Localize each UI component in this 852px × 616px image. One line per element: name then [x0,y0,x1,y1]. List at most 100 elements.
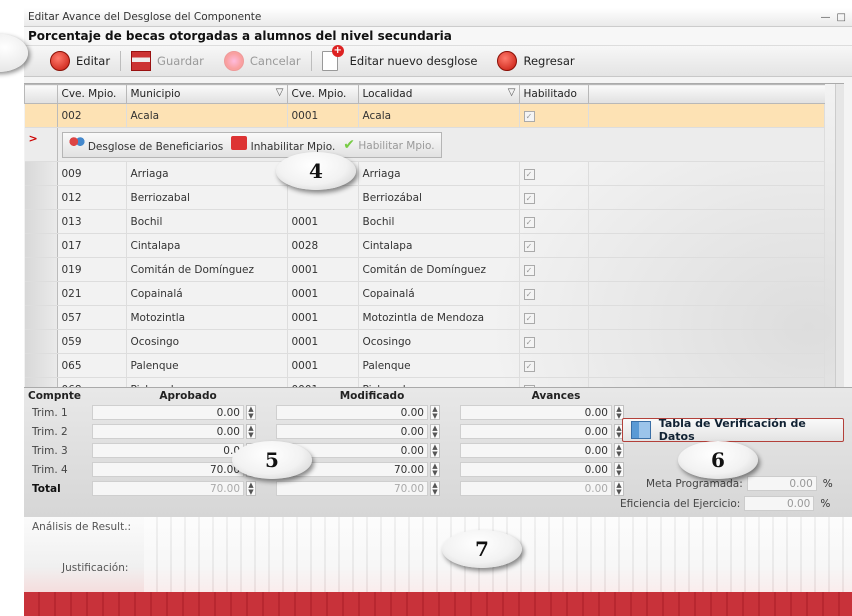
spin-button[interactable]: ▲▼ [430,443,440,458]
table-row[interactable]: 009 Arriaga Arriaga ✓ [24,161,825,186]
col-cve-mpio[interactable]: Cve. Mpio. [56,84,127,104]
tabla-verificacion-button[interactable]: Tabla de Verificación de Datos [622,417,844,443]
table-row[interactable]: 012 Berriozabal Berriozábal ✓ [24,185,825,210]
cell-habilitado[interactable]: ✓ [519,103,589,128]
cell-cve2: 0001 [287,281,359,306]
cell-habilitado[interactable]: ✓ [519,257,589,282]
summary-row-label: Trim. 2 [32,425,68,438]
col-filler [587,84,825,104]
row-indicator [24,305,58,330]
avances-input[interactable]: 0.00 [460,405,612,420]
cell-habilitado[interactable]: ✓ [519,185,589,210]
modificado-input[interactable]: 0.00 [276,424,428,439]
habilitado-checkbox[interactable]: ✓ [523,110,535,122]
aprobado-input[interactable]: 0.0 [92,443,244,458]
tabla-verificacion-label: Tabla de Verificación de Datos [658,417,806,443]
col-localidad[interactable]: Localidad ▽ [357,84,520,104]
spin-button[interactable]: ▲▼ [246,405,256,420]
table-row[interactable]: 021 Copainalá 0001 Copainalá ✓ [24,281,825,306]
editar-button[interactable]: Editar [24,49,120,73]
summary-row-label: Trim. 1 [32,406,68,419]
row-indicator [24,103,58,128]
table-row[interactable]: 057 Motozintla 0001 Motozintla de Mendoza ✓ [24,305,825,330]
cell-cve2: 0001 [287,305,359,330]
habilitado-checkbox[interactable]: ✓ [523,288,535,300]
filter-icon[interactable]: ▽ [508,87,516,98]
spin-button[interactable]: ▲▼ [246,424,256,439]
spin-button[interactable]: ▲▼ [614,481,624,496]
col-habilitado[interactable]: Habilitado [518,84,589,104]
regresar-button[interactable]: Regresar [487,49,584,73]
desglose-label: Desglose de Beneficiarios [87,141,224,153]
avances-input[interactable]: 0.00 [460,462,612,477]
habilitado-checkbox[interactable]: ✓ [523,192,535,204]
table-row[interactable]: 013 Bochil 0001 Bochil ✓ [24,209,825,234]
habilitado-checkbox[interactable]: ✓ [523,264,535,276]
habilitado-checkbox[interactable]: ✓ [523,216,535,228]
spin-button[interactable]: ▲▼ [614,443,624,458]
eficiencia-value[interactable]: 0.00 [744,496,815,511]
expand-arrow-icon[interactable]: > [29,132,38,145]
aprobado-input[interactable]: 70.00 [92,462,244,477]
cell-filler [588,161,825,186]
cell-localidad: Copainalá [358,281,520,306]
table-row[interactable]: 059 Ocosingo 0001 Ocosingo ✓ [24,329,825,354]
cell-habilitado[interactable]: ✓ [519,353,589,378]
callout-4: 4 [276,152,356,190]
spin-button[interactable]: ▲▼ [430,405,440,420]
vertical-scrollbar[interactable] [835,84,844,388]
spin-button[interactable]: ▲▼ [430,424,440,439]
habilitado-checkbox[interactable]: ✓ [523,168,535,180]
modificado-input[interactable]: 70.00 [276,481,428,496]
avances-input[interactable]: 0.00 [460,443,612,458]
spin-button[interactable]: ▲▼ [430,481,440,496]
habilitado-checkbox[interactable]: ✓ [523,240,535,252]
aprobado-input[interactable]: 0.00 [92,424,244,439]
header-avances: Avances [531,389,581,402]
col-municipio[interactable]: Municipio ▽ [125,84,288,104]
habilitar-mpio-button[interactable]: ✔ Habilitar Mpio. [343,138,434,152]
row-indicator [24,329,58,354]
habilitado-checkbox[interactable]: ✓ [523,360,535,372]
cell-habilitado[interactable]: ✓ [519,233,589,258]
maximize-icon[interactable]: □ [837,12,846,23]
editar-nuevo-desglose-button[interactable]: Editar nuevo desglose [312,45,488,73]
spin-button[interactable]: ▲▼ [430,462,440,477]
filter-icon[interactable]: ▽ [276,87,284,98]
row-indicator: > [24,127,58,162]
aprobado-input[interactable]: 0.00 [92,405,244,420]
habilitado-checkbox[interactable]: ✓ [523,312,535,324]
habilitado-checkbox[interactable]: ✓ [523,336,535,348]
col-localidad-label: Localidad [362,88,413,100]
col-cve-mpio-2[interactable]: Cve. Mpio. [286,84,359,104]
cell-habilitado[interactable]: ✓ [519,209,589,234]
meta-value[interactable]: 0.00 [746,476,817,491]
table-row[interactable]: 019 Comitán de Domínguez 0001 Comitán de Do… [24,257,825,282]
avances-input[interactable]: 0.00 [460,424,612,439]
cell-habilitado[interactable]: ✓ [519,161,589,186]
table-row[interactable]: 017 Cintalapa 0028 Cintalapa ✓ [24,233,825,258]
table-row[interactable]: 065 Palenque 0001 Palenque ✓ [24,353,825,378]
avances-input[interactable]: 0.00 [460,481,612,496]
spin-button[interactable]: ▲▼ [614,462,624,477]
desglose-beneficiarios-button[interactable]: Desglose de Beneficiarios [68,136,224,153]
cell-habilitado[interactable]: ✓ [519,281,589,306]
inhabilitar-mpio-button[interactable]: Inhabilitar Mpio. [231,136,335,153]
cancelar-button[interactable]: Cancelar [214,49,311,73]
cell-habilitado[interactable]: ✓ [519,305,589,330]
cell-filler [588,103,825,128]
guardar-button[interactable]: Guardar [121,49,214,73]
aprobado-input[interactable]: 70.00 [92,481,244,496]
cell-filler [588,257,825,282]
cell-cve2: 0001 [287,257,359,282]
table-row-selected[interactable]: 002 Acala 0001 Acala ✓ [24,103,825,128]
justificacion-label: Justificación: [62,562,129,574]
modificado-input[interactable]: 0.00 [276,405,428,420]
detail-toolbar-cell: Desglose de Beneficiarios Inhabilitar Mp… [57,127,825,162]
cell-habilitado[interactable]: ✓ [519,329,589,354]
footer-bar [24,592,852,616]
cell-municipio: Ocosingo [126,329,288,354]
check-icon: ✔ [343,136,356,153]
minimize-icon[interactable]: — [821,12,831,23]
spin-button[interactable]: ▲▼ [246,481,256,496]
